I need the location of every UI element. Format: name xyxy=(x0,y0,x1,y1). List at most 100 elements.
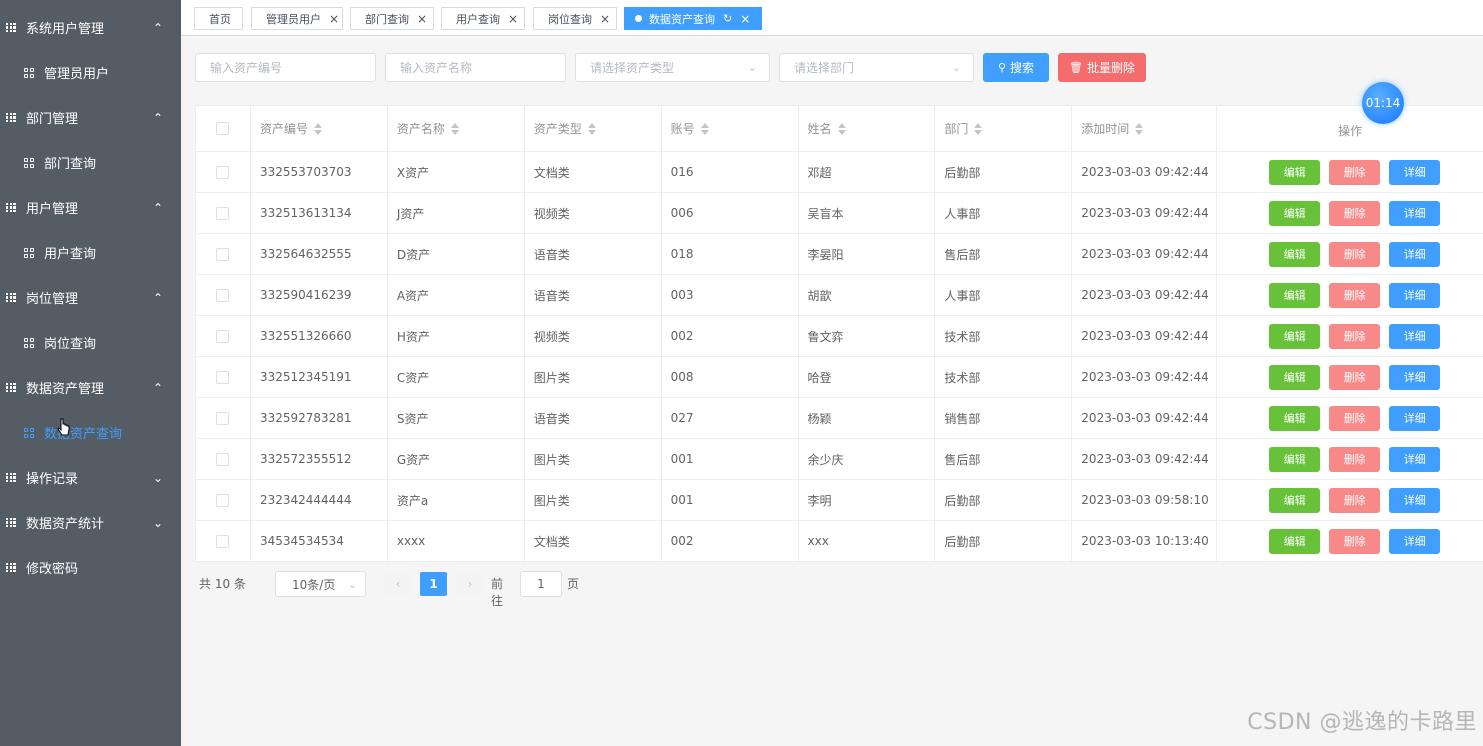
column-header[interactable]: 资产类型 xyxy=(525,106,662,151)
table-cell: 2023-03-03 09:58:10 xyxy=(1072,480,1218,520)
row-checkbox[interactable] xyxy=(216,329,230,343)
column-header[interactable]: 账号 xyxy=(662,106,799,151)
delete-button[interactable]: 删除 xyxy=(1329,487,1381,513)
current-page-button[interactable]: 1 xyxy=(420,572,447,596)
detail-button[interactable]: 详细 xyxy=(1389,364,1441,390)
edit-button[interactable]: 编辑 xyxy=(1269,323,1321,349)
delete-button[interactable]: 删除 xyxy=(1329,241,1381,267)
sidebar-item[interactable]: 数据资产查询 xyxy=(0,410,181,455)
chevron-down-icon: ⌄ xyxy=(951,61,961,74)
close-icon[interactable]: × xyxy=(740,12,750,26)
chevron-up-icon: ⌃ xyxy=(152,290,163,305)
detail-button[interactable]: 详细 xyxy=(1389,487,1441,513)
next-page-button[interactable]: › xyxy=(457,572,483,596)
edit-button[interactable]: 编辑 xyxy=(1269,364,1321,390)
sort-icon[interactable] xyxy=(587,122,596,135)
sort-icon[interactable] xyxy=(974,122,983,135)
sidebar-group[interactable]: 修改密码 xyxy=(0,545,181,590)
sidebar-group[interactable]: 数据资产管理 ⌃ xyxy=(0,365,181,410)
table-cell: 2023-03-03 09:42:44 xyxy=(1072,357,1218,397)
close-icon[interactable]: × xyxy=(329,12,339,26)
row-checkbox[interactable] xyxy=(216,288,230,302)
delete-button[interactable]: 删除 xyxy=(1329,446,1381,472)
delete-button[interactable]: 删除 xyxy=(1329,200,1381,226)
sort-icon[interactable] xyxy=(313,122,322,135)
sort-icon[interactable] xyxy=(837,122,846,135)
column-header[interactable]: 资产编号 xyxy=(251,106,388,151)
sidebar-item[interactable]: 用户查询 xyxy=(0,230,181,275)
column-header[interactable]: 姓名 xyxy=(799,106,936,151)
edit-button[interactable]: 编辑 xyxy=(1269,405,1321,431)
edit-button[interactable]: 编辑 xyxy=(1269,487,1321,513)
sort-icon[interactable] xyxy=(450,122,459,135)
sidebar-group[interactable]: 岗位管理 ⌃ xyxy=(0,275,181,320)
search-button[interactable]: ⚲ 搜索 xyxy=(983,53,1049,82)
detail-button[interactable]: 详细 xyxy=(1389,241,1441,267)
row-checkbox[interactable] xyxy=(216,247,230,261)
page-size-select[interactable]: 10条/页 ⌄ xyxy=(275,571,366,597)
asset-no-input[interactable]: 输入资产编号 xyxy=(195,53,376,82)
edit-button[interactable]: 编辑 xyxy=(1269,200,1321,226)
sidebar-item[interactable]: 部门查询 xyxy=(0,140,181,185)
dept-select[interactable]: 请选择部门 ⌄ xyxy=(779,53,974,82)
close-icon[interactable]: × xyxy=(508,12,518,26)
sidebar-group[interactable]: 用户管理 ⌃ xyxy=(0,185,181,230)
detail-button[interactable]: 详细 xyxy=(1389,159,1441,185)
row-checkbox-cell xyxy=(196,193,251,233)
timer-badge[interactable]: 01:14 xyxy=(1362,82,1404,124)
delete-button[interactable]: 删除 xyxy=(1329,405,1381,431)
delete-button[interactable]: 删除 xyxy=(1329,364,1381,390)
batch-delete-button[interactable]: 🗑 批量删除 xyxy=(1058,53,1146,82)
detail-button[interactable]: 详细 xyxy=(1389,200,1441,226)
close-icon[interactable]: × xyxy=(417,12,427,26)
detail-button[interactable]: 详细 xyxy=(1389,528,1441,554)
goto-page-input[interactable]: 1 xyxy=(520,571,562,597)
sidebar-group[interactable]: 部门管理 ⌃ xyxy=(0,95,181,140)
sidebar-group[interactable]: 数据资产统计 ⌄ xyxy=(0,500,181,545)
sort-icon[interactable] xyxy=(1135,122,1144,135)
column-header[interactable]: 部门 xyxy=(935,106,1073,151)
delete-button[interactable]: 删除 xyxy=(1329,528,1381,554)
row-checkbox[interactable] xyxy=(216,534,230,548)
edit-button[interactable]: 编辑 xyxy=(1269,446,1321,472)
sidebar-item[interactable]: 管理员用户 xyxy=(0,50,181,95)
asset-name-input[interactable]: 输入资产名称 xyxy=(385,53,566,82)
sidebar-group[interactable]: 操作记录 ⌄ xyxy=(0,455,181,500)
close-icon[interactable]: × xyxy=(600,12,610,26)
tab-item[interactable]: 数据资产查询 ↻ × xyxy=(624,7,762,30)
row-checkbox[interactable] xyxy=(216,452,230,466)
tab-item[interactable]: 首页 xyxy=(194,7,243,30)
tab-item[interactable]: 管理员用户 × xyxy=(251,7,343,30)
table-cell: 332590416239 xyxy=(251,275,388,315)
delete-button[interactable]: 删除 xyxy=(1329,323,1381,349)
prev-page-button[interactable]: ‹ xyxy=(385,572,411,596)
refresh-icon[interactable]: ↻ xyxy=(723,12,732,25)
select-all-checkbox[interactable] xyxy=(216,122,230,135)
detail-button[interactable]: 详细 xyxy=(1389,405,1441,431)
sort-icon[interactable] xyxy=(700,122,709,135)
column-header-label: 账号 xyxy=(670,122,695,136)
detail-button[interactable]: 详细 xyxy=(1389,446,1441,472)
delete-button[interactable]: 删除 xyxy=(1329,159,1381,185)
row-checkbox[interactable] xyxy=(216,165,230,179)
row-checkbox[interactable] xyxy=(216,493,230,507)
column-header[interactable]: 添加时间 xyxy=(1072,106,1218,151)
tab-item[interactable]: 用户查询 × xyxy=(441,7,525,30)
detail-button[interactable]: 详细 xyxy=(1389,282,1441,308)
detail-button[interactable]: 详细 xyxy=(1389,323,1441,349)
sidebar-group[interactable]: 系统用户管理 ⌃ xyxy=(0,5,181,50)
delete-button[interactable]: 删除 xyxy=(1329,282,1381,308)
asset-type-select[interactable]: 请选择资产类型 ⌄ xyxy=(575,53,770,82)
edit-button[interactable]: 编辑 xyxy=(1269,282,1321,308)
row-checkbox[interactable] xyxy=(216,206,230,220)
actions-cell: 编辑 删除 详细 xyxy=(1217,234,1483,274)
tab-item[interactable]: 岗位查询 × xyxy=(533,7,617,30)
column-header[interactable]: 资产名称 xyxy=(388,106,525,151)
sidebar-item[interactable]: 岗位查询 xyxy=(0,320,181,365)
edit-button[interactable]: 编辑 xyxy=(1269,528,1321,554)
row-checkbox[interactable] xyxy=(216,411,230,425)
edit-button[interactable]: 编辑 xyxy=(1269,241,1321,267)
edit-button[interactable]: 编辑 xyxy=(1269,159,1321,185)
row-checkbox[interactable] xyxy=(216,370,230,384)
tab-item[interactable]: 部门查询 × xyxy=(350,7,434,30)
